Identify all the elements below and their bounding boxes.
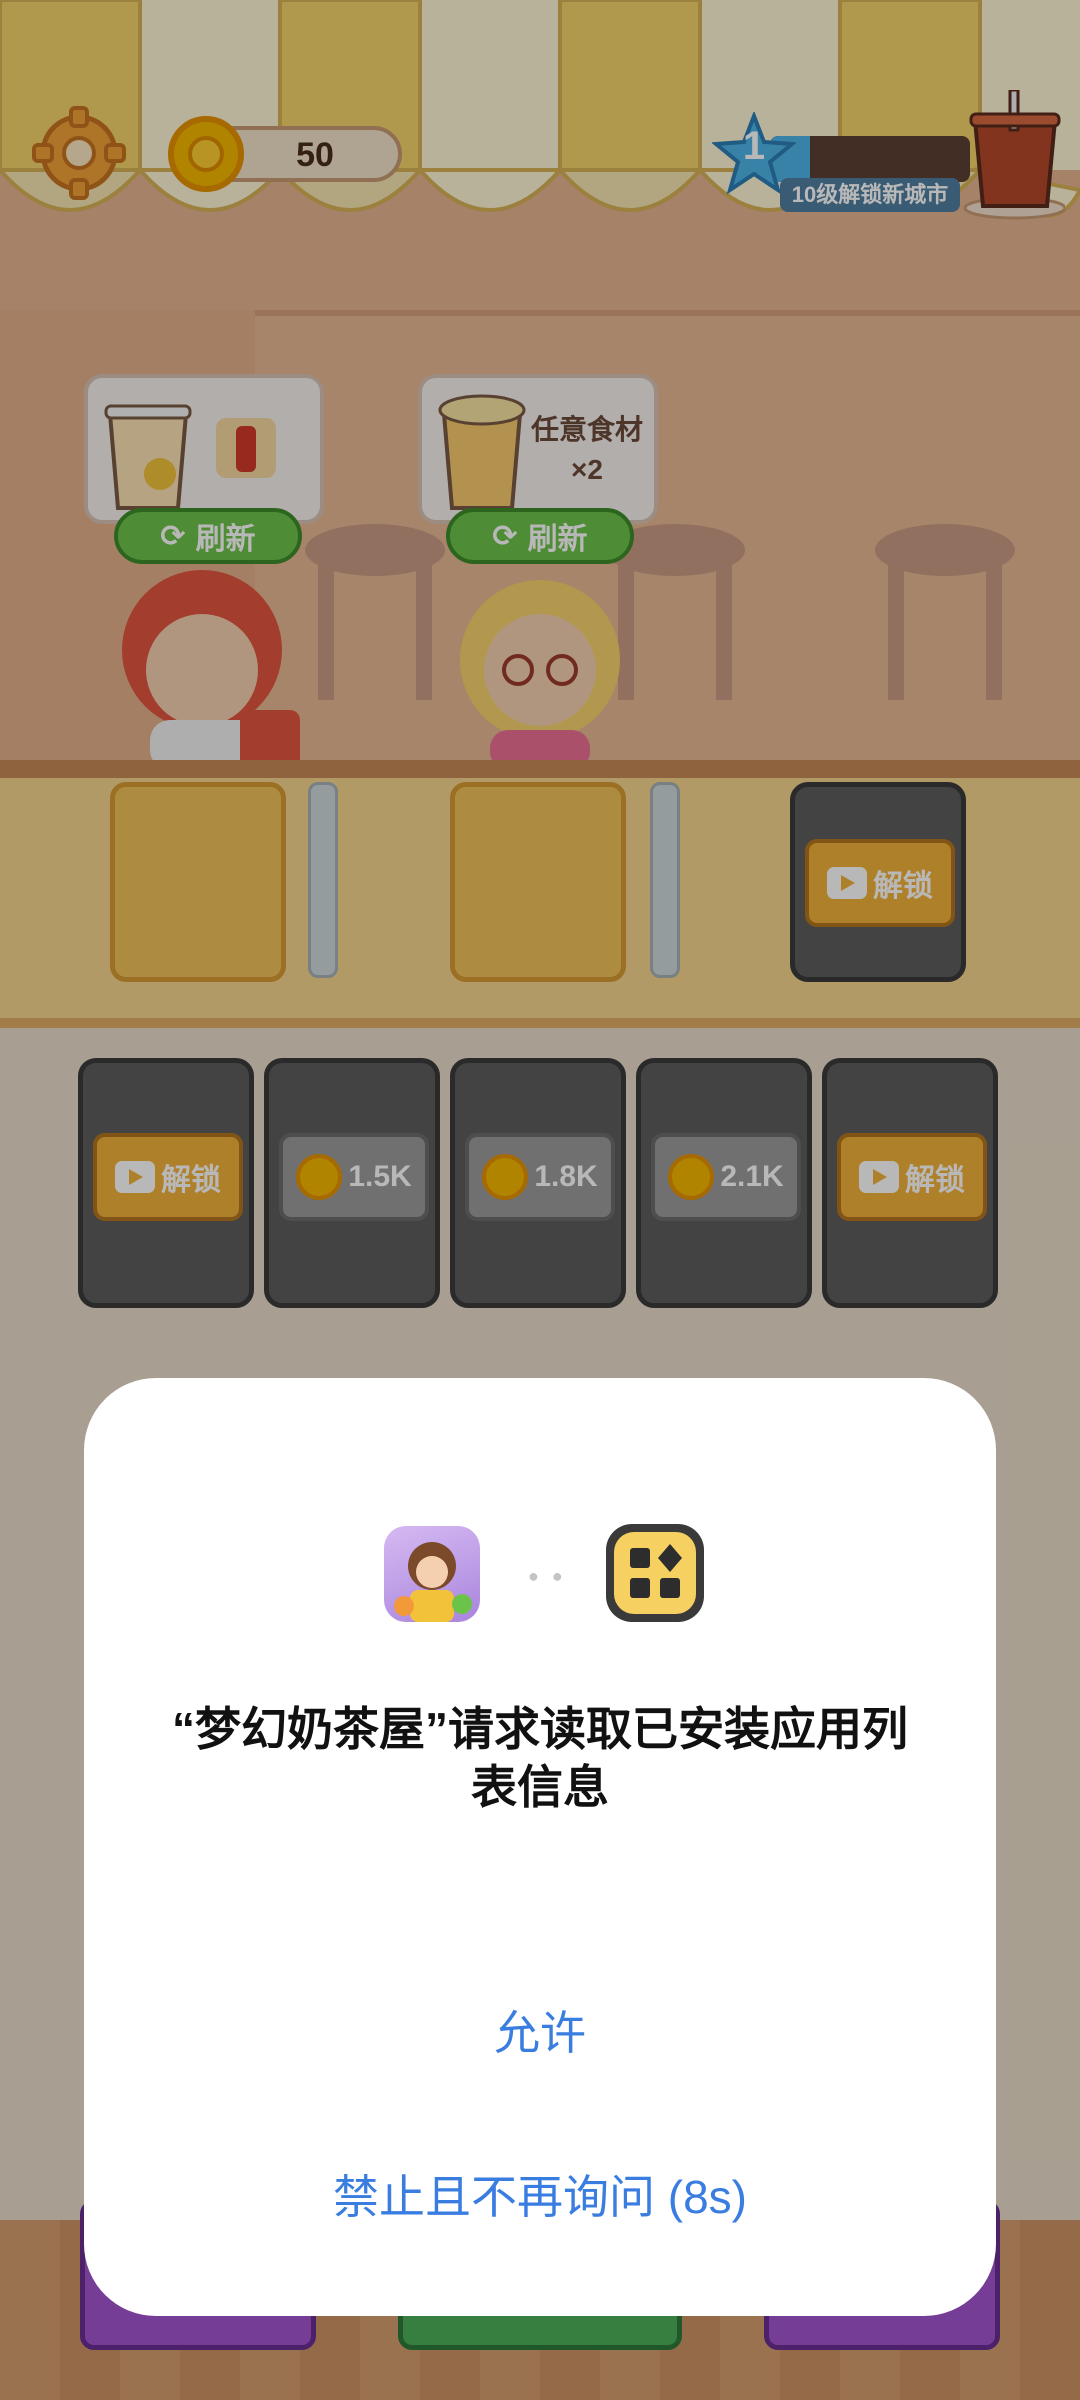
- permission-title: “梦幻奶茶屋”请求读取已安装应用列表信息: [172, 1703, 908, 1813]
- grid-apps-icon: [630, 1544, 682, 1598]
- allow-button[interactable]: 允许: [84, 1996, 996, 2070]
- app-list-permission-icon: [606, 1524, 704, 1622]
- app-icon-art: [394, 1542, 472, 1622]
- connector-dots: ● ●: [528, 1566, 567, 1586]
- app-icon: [384, 1526, 480, 1622]
- deny-forever-button[interactable]: 禁止且不再询问 (8s): [84, 2160, 996, 2234]
